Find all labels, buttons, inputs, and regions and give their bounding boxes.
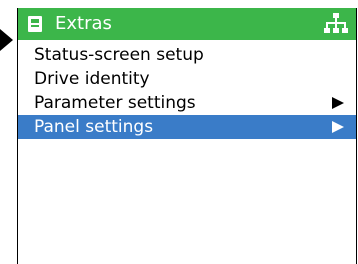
page-title: Extras [55, 13, 112, 34]
title-bar: Extras [18, 8, 356, 40]
menu-item-parameter-settings[interactable]: Parameter settings [18, 91, 356, 115]
menu-item-label: Status-screen setup [34, 45, 204, 65]
submenu-arrow-icon [332, 121, 344, 133]
menu-item-label: Parameter settings [34, 93, 196, 113]
device-icon [28, 16, 42, 32]
menu-list: Status-screen setup Drive identity Param… [18, 43, 356, 139]
menu-item-label: Drive identity [34, 69, 150, 89]
network-icon [324, 13, 348, 33]
menu-item-drive-identity[interactable]: Drive identity [18, 67, 356, 91]
menu-item-panel-settings[interactable]: Panel settings [18, 115, 356, 139]
submenu-arrow-icon [332, 97, 344, 109]
selection-pointer-icon [0, 29, 13, 51]
panel-screen: Extras Status-screen setup Drive identit… [17, 8, 357, 264]
menu-item-label: Panel settings [34, 117, 154, 137]
menu-item-status-screen-setup[interactable]: Status-screen setup [18, 43, 356, 67]
